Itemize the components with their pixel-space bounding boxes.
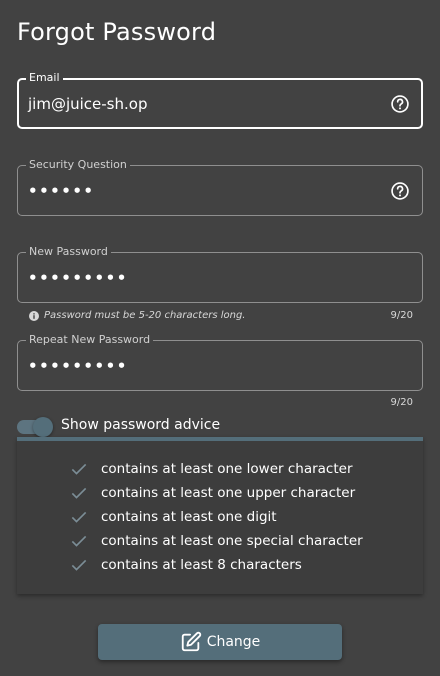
security-question-field[interactable]: Security Question •••••• <box>17 158 423 216</box>
advice-item-label: contains at least one digit <box>101 509 277 525</box>
new-password-counter: 9/20 <box>390 310 413 321</box>
check-icon <box>71 559 87 571</box>
check-icon <box>71 535 87 547</box>
new-password-hint-row: Password must be 5-20 characters long. 9… <box>29 309 413 323</box>
security-question-label: Security Question <box>26 158 130 172</box>
page-title: Forgot Password <box>17 18 217 46</box>
repeat-password-field[interactable]: Repeat New Password ••••••••• <box>17 333 423 391</box>
new-password-label: New Password <box>26 245 111 259</box>
email-input[interactable]: jim@juice-sh.op <box>28 94 147 114</box>
check-icon <box>71 463 87 475</box>
forgot-password-card: Forgot Password Email jim@juice-sh.op Se… <box>0 0 440 676</box>
show-advice-toggle[interactable] <box>17 416 53 437</box>
advice-panel-accent-bar <box>17 437 423 441</box>
advice-item-length: contains at least 8 characters <box>69 555 302 575</box>
check-icon <box>71 487 87 499</box>
info-icon <box>29 311 39 321</box>
advice-item-special: contains at least one special character <box>69 531 363 551</box>
new-password-field[interactable]: New Password ••••••••• <box>17 245 423 303</box>
advice-item-label: contains at least one lower character <box>101 461 353 477</box>
repeat-password-input[interactable]: ••••••••• <box>28 356 128 376</box>
help-circle-icon[interactable] <box>390 94 410 114</box>
advice-item-label: contains at least 8 characters <box>101 557 302 573</box>
new-password-input[interactable]: ••••••••• <box>28 268 128 288</box>
repeat-password-label: Repeat New Password <box>26 333 154 347</box>
password-hint: Password must be 5-20 characters long. <box>29 309 246 323</box>
advice-item-upper: contains at least one upper character <box>69 483 355 503</box>
advice-item-lower: contains at least one lower character <box>69 459 353 479</box>
password-advice-panel: contains at least one lower character co… <box>17 437 423 594</box>
password-hint-text: Password must be 5-20 characters long. <box>44 310 246 321</box>
toggle-thumb[interactable] <box>33 417 53 437</box>
change-button-label: Change <box>206 634 261 650</box>
show-advice-label[interactable]: Show password advice <box>61 416 220 434</box>
advice-item-digit: contains at least one digit <box>69 507 277 527</box>
advice-item-label: contains at least one special character <box>101 533 363 549</box>
change-button[interactable]: Change <box>98 624 342 660</box>
repeat-password-counter: 9/20 <box>390 397 413 408</box>
help-circle-icon[interactable] <box>390 181 410 201</box>
repeat-password-hint-row: 9/20 <box>29 396 413 410</box>
security-answer-input[interactable]: •••••• <box>28 181 95 201</box>
check-icon <box>71 511 87 523</box>
edit-icon <box>181 631 201 652</box>
email-field[interactable]: Email jim@juice-sh.op <box>17 71 423 129</box>
email-label: Email <box>26 71 63 85</box>
advice-item-label: contains at least one upper character <box>101 485 356 501</box>
